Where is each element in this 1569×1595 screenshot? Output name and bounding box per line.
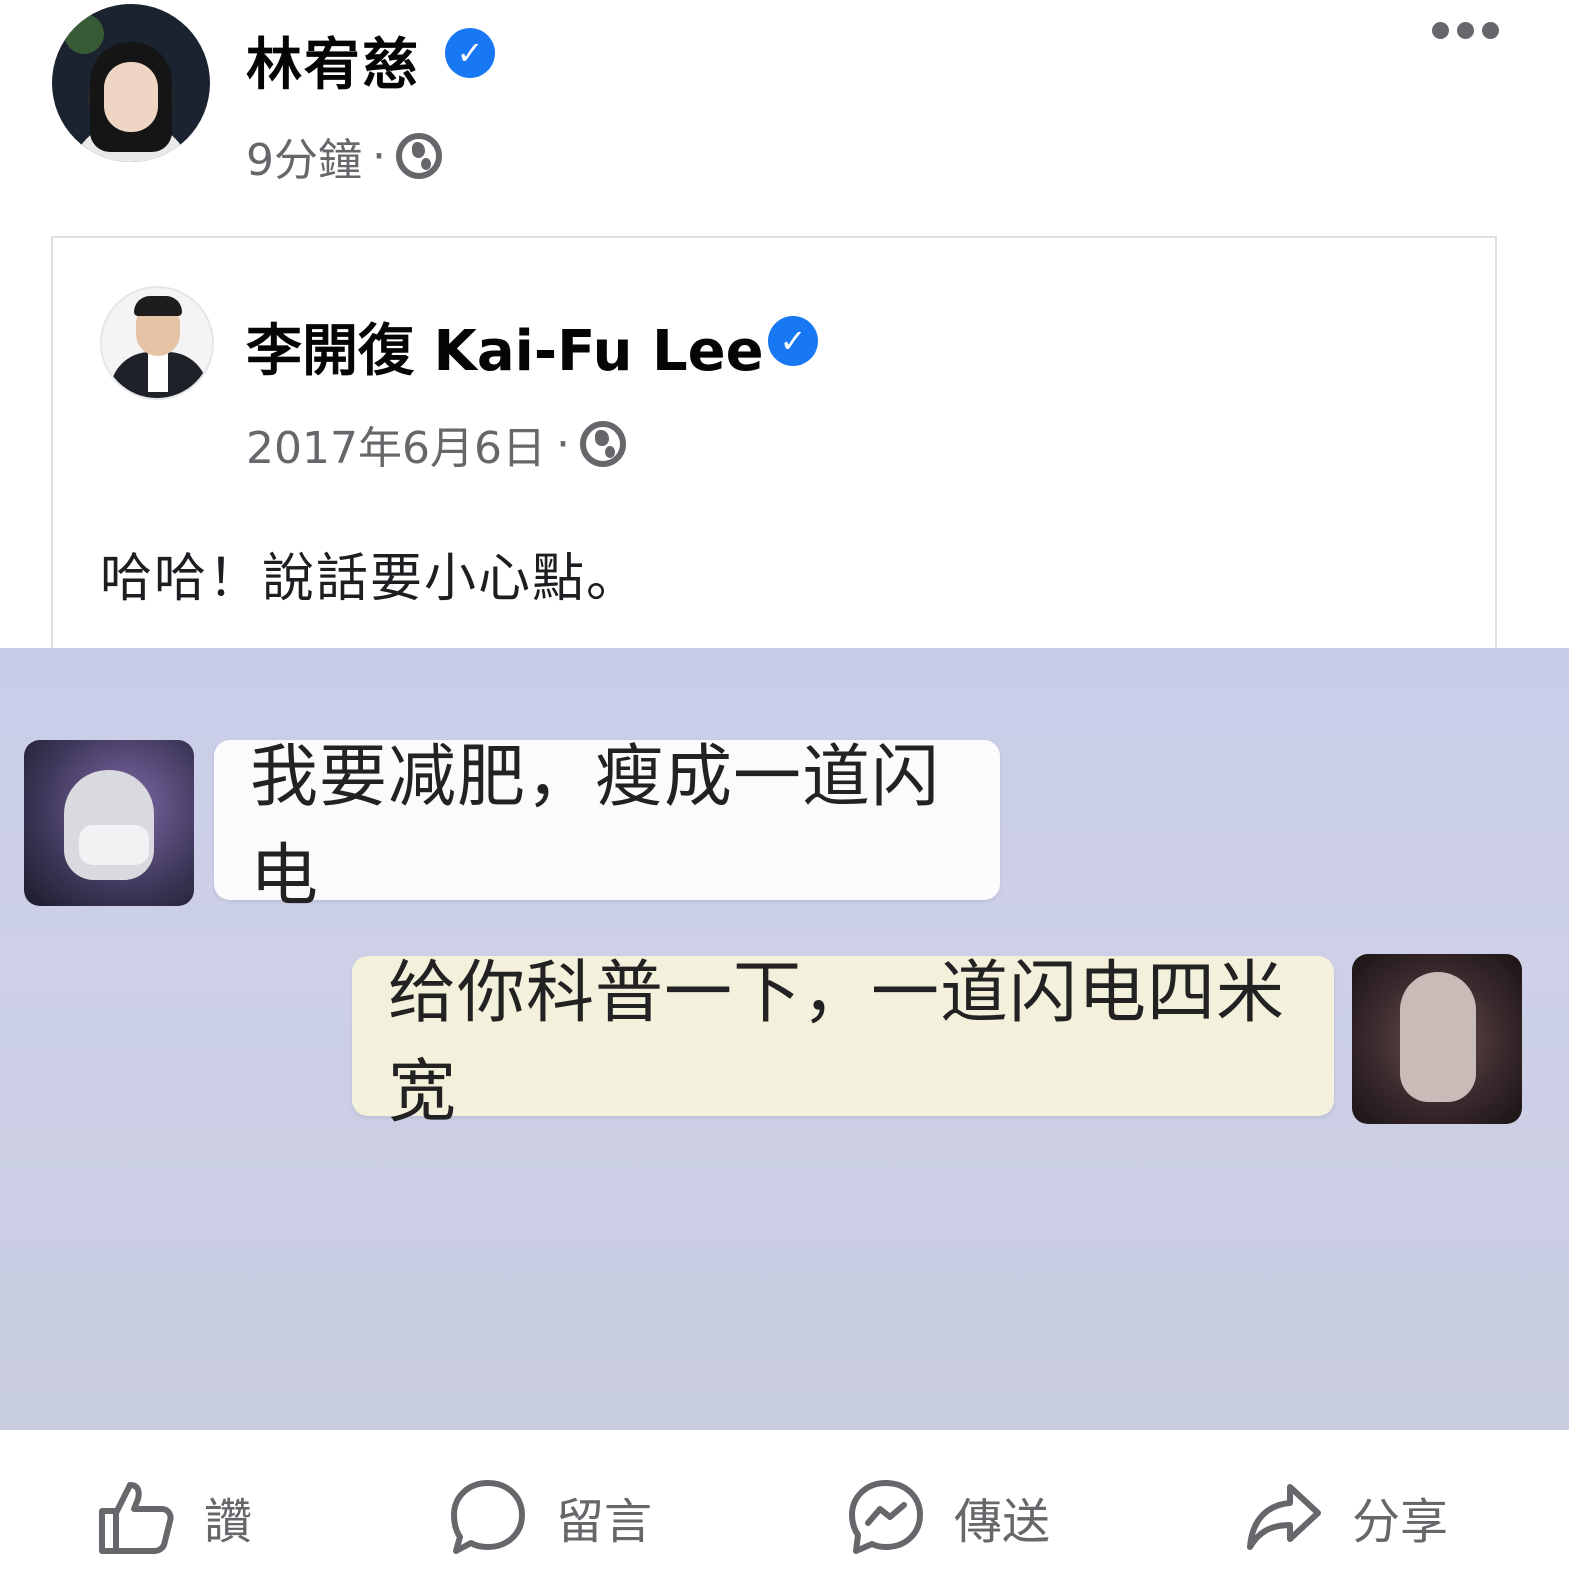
meta-separator: · [372,130,386,182]
author-avatar[interactable] [52,4,210,162]
share-label: 分享 [1352,1494,1449,1550]
chat-avatar-left [24,740,194,906]
post-card: 林宥慈 ✓ 9分鐘 · 李開復 Kai-Fu Lee ✓ 2017年6月6日 ·… [0,0,1569,1595]
comment-button[interactable]: 留言 [448,1472,652,1562]
comment-label: 留言 [556,1494,653,1550]
chat-bubble-left: 我要减肥，瘦成一道闪电 [214,738,1000,916]
verified-badge-icon: ✓ [768,316,818,366]
shared-post-date[interactable]: 2017年6月6日 [246,412,546,476]
globe-icon[interactable] [579,421,626,467]
chat-avatar-right [1352,954,1522,1124]
post-meta: 9分鐘 · [246,124,442,188]
globe-icon[interactable] [396,133,442,179]
chat-bubble-right: 给你科普一下，一道闪电四米宽 [352,954,1334,1132]
share-button[interactable]: 分享 [1244,1472,1448,1562]
author-name[interactable]: 林宥慈 [246,20,420,101]
like-label: 讚 [204,1494,253,1550]
verified-badge-icon: ✓ [445,28,495,78]
share-arrow-icon [1244,1477,1324,1557]
thumbs-up-icon [96,1477,176,1557]
messenger-icon [846,1477,926,1557]
shared-author-name[interactable]: 李開復 Kai-Fu Lee [246,306,764,387]
like-button[interactable]: 讚 [96,1472,252,1562]
post-time[interactable]: 9分鐘 [246,124,362,188]
send-label: 傳送 [954,1494,1051,1550]
shared-post-meta: 2017年6月6日 · [246,412,626,476]
send-button[interactable]: 傳送 [846,1472,1050,1562]
shared-author-avatar[interactable] [100,286,214,400]
shared-post-text: 哈哈！說話要小心點。 [100,549,641,609]
meta-separator: · [555,418,570,470]
more-options-icon[interactable] [1432,20,1502,40]
comment-bubble-icon [448,1477,528,1557]
